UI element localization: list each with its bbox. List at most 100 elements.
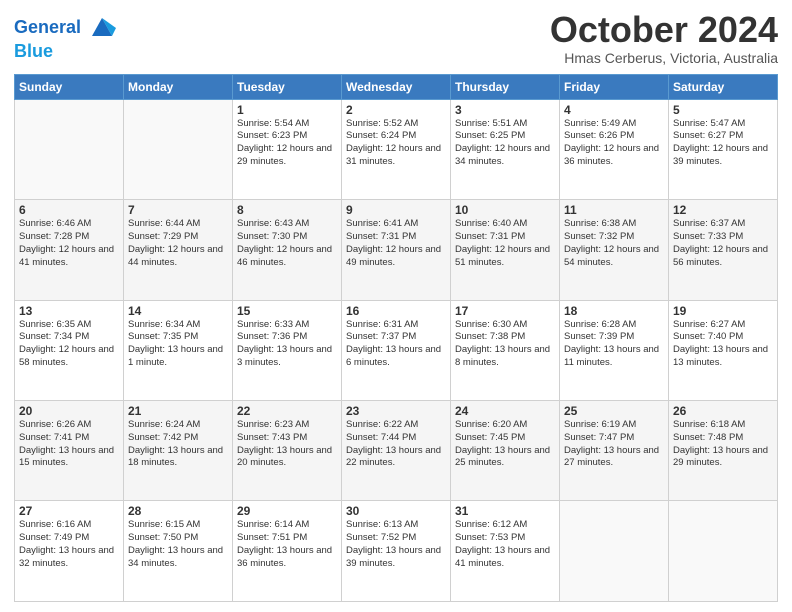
weekday-header-saturday: Saturday [669,74,778,99]
week-row-5: 27Sunrise: 6:16 AMSunset: 7:49 PMDayligh… [15,501,778,602]
day-number: 12 [673,203,773,217]
day-info: Sunrise: 6:15 AMSunset: 7:50 PMDaylight:… [128,519,228,570]
day-number: 22 [237,404,337,418]
day-info: Sunrise: 6:12 AMSunset: 7:53 PMDaylight:… [455,519,555,570]
week-row-1: 1Sunrise: 5:54 AMSunset: 6:23 PMDaylight… [15,99,778,199]
day-cell: 12Sunrise: 6:37 AMSunset: 7:33 PMDayligh… [669,200,778,300]
day-cell: 7Sunrise: 6:44 AMSunset: 7:29 PMDaylight… [124,200,233,300]
day-info: Sunrise: 5:47 AMSunset: 6:27 PMDaylight:… [673,118,773,169]
day-info: Sunrise: 6:38 AMSunset: 7:32 PMDaylight:… [564,218,664,269]
weekday-header-monday: Monday [124,74,233,99]
day-number: 4 [564,103,664,117]
day-cell: 6Sunrise: 6:46 AMSunset: 7:28 PMDaylight… [15,200,124,300]
day-number: 27 [19,504,119,518]
day-info: Sunrise: 6:24 AMSunset: 7:42 PMDaylight:… [128,419,228,470]
day-number: 9 [346,203,446,217]
day-number: 5 [673,103,773,117]
day-cell: 11Sunrise: 6:38 AMSunset: 7:32 PMDayligh… [560,200,669,300]
day-number: 16 [346,304,446,318]
day-number: 21 [128,404,228,418]
day-cell: 27Sunrise: 6:16 AMSunset: 7:49 PMDayligh… [15,501,124,602]
title-block: October 2024 Hmas Cerberus, Victoria, Au… [550,10,778,66]
day-cell [15,99,124,199]
day-info: Sunrise: 6:26 AMSunset: 7:41 PMDaylight:… [19,419,119,470]
day-cell: 22Sunrise: 6:23 AMSunset: 7:43 PMDayligh… [233,401,342,501]
day-cell: 3Sunrise: 5:51 AMSunset: 6:25 PMDaylight… [451,99,560,199]
logo-text: General [14,14,116,42]
day-cell: 1Sunrise: 5:54 AMSunset: 6:23 PMDaylight… [233,99,342,199]
day-cell: 23Sunrise: 6:22 AMSunset: 7:44 PMDayligh… [342,401,451,501]
day-cell: 13Sunrise: 6:35 AMSunset: 7:34 PMDayligh… [15,300,124,400]
weekday-header-wednesday: Wednesday [342,74,451,99]
day-info: Sunrise: 6:13 AMSunset: 7:52 PMDaylight:… [346,519,446,570]
day-cell: 18Sunrise: 6:28 AMSunset: 7:39 PMDayligh… [560,300,669,400]
day-cell [669,501,778,602]
day-cell: 10Sunrise: 6:40 AMSunset: 7:31 PMDayligh… [451,200,560,300]
day-info: Sunrise: 6:34 AMSunset: 7:35 PMDaylight:… [128,319,228,370]
weekday-header-friday: Friday [560,74,669,99]
day-info: Sunrise: 6:16 AMSunset: 7:49 PMDaylight:… [19,519,119,570]
header: General Blue October 2024 Hmas Cerberus,… [14,10,778,66]
day-number: 28 [128,504,228,518]
week-row-3: 13Sunrise: 6:35 AMSunset: 7:34 PMDayligh… [15,300,778,400]
day-number: 2 [346,103,446,117]
day-cell: 25Sunrise: 6:19 AMSunset: 7:47 PMDayligh… [560,401,669,501]
day-info: Sunrise: 6:46 AMSunset: 7:28 PMDaylight:… [19,218,119,269]
day-info: Sunrise: 6:44 AMSunset: 7:29 PMDaylight:… [128,218,228,269]
week-row-2: 6Sunrise: 6:46 AMSunset: 7:28 PMDaylight… [15,200,778,300]
day-info: Sunrise: 5:49 AMSunset: 6:26 PMDaylight:… [564,118,664,169]
weekday-header-thursday: Thursday [451,74,560,99]
day-number: 7 [128,203,228,217]
day-number: 29 [237,504,337,518]
day-number: 18 [564,304,664,318]
day-number: 25 [564,404,664,418]
day-cell: 4Sunrise: 5:49 AMSunset: 6:26 PMDaylight… [560,99,669,199]
day-number: 20 [19,404,119,418]
day-cell [124,99,233,199]
day-info: Sunrise: 6:40 AMSunset: 7:31 PMDaylight:… [455,218,555,269]
weekday-header-tuesday: Tuesday [233,74,342,99]
day-cell: 9Sunrise: 6:41 AMSunset: 7:31 PMDaylight… [342,200,451,300]
day-number: 17 [455,304,555,318]
day-info: Sunrise: 5:54 AMSunset: 6:23 PMDaylight:… [237,118,337,169]
day-number: 6 [19,203,119,217]
day-info: Sunrise: 6:35 AMSunset: 7:34 PMDaylight:… [19,319,119,370]
day-cell: 5Sunrise: 5:47 AMSunset: 6:27 PMDaylight… [669,99,778,199]
day-cell: 17Sunrise: 6:30 AMSunset: 7:38 PMDayligh… [451,300,560,400]
day-number: 3 [455,103,555,117]
day-info: Sunrise: 6:23 AMSunset: 7:43 PMDaylight:… [237,419,337,470]
weekday-header-row: SundayMondayTuesdayWednesdayThursdayFrid… [15,74,778,99]
day-info: Sunrise: 5:51 AMSunset: 6:25 PMDaylight:… [455,118,555,169]
day-number: 24 [455,404,555,418]
page: General Blue October 2024 Hmas Cerberus,… [0,0,792,612]
day-cell: 24Sunrise: 6:20 AMSunset: 7:45 PMDayligh… [451,401,560,501]
weekday-header-sunday: Sunday [15,74,124,99]
day-cell: 29Sunrise: 6:14 AMSunset: 7:51 PMDayligh… [233,501,342,602]
day-cell: 30Sunrise: 6:13 AMSunset: 7:52 PMDayligh… [342,501,451,602]
day-number: 15 [237,304,337,318]
day-number: 31 [455,504,555,518]
day-info: Sunrise: 6:43 AMSunset: 7:30 PMDaylight:… [237,218,337,269]
day-cell: 16Sunrise: 6:31 AMSunset: 7:37 PMDayligh… [342,300,451,400]
day-number: 8 [237,203,337,217]
day-info: Sunrise: 5:52 AMSunset: 6:24 PMDaylight:… [346,118,446,169]
logo: General Blue [14,14,116,62]
day-cell: 8Sunrise: 6:43 AMSunset: 7:30 PMDaylight… [233,200,342,300]
day-cell: 19Sunrise: 6:27 AMSunset: 7:40 PMDayligh… [669,300,778,400]
day-cell [560,501,669,602]
day-info: Sunrise: 6:22 AMSunset: 7:44 PMDaylight:… [346,419,446,470]
day-number: 1 [237,103,337,117]
day-cell: 14Sunrise: 6:34 AMSunset: 7:35 PMDayligh… [124,300,233,400]
day-info: Sunrise: 6:18 AMSunset: 7:48 PMDaylight:… [673,419,773,470]
day-number: 19 [673,304,773,318]
day-cell: 20Sunrise: 6:26 AMSunset: 7:41 PMDayligh… [15,401,124,501]
calendar-table: SundayMondayTuesdayWednesdayThursdayFrid… [14,74,778,602]
logo-blue: Blue [14,42,116,62]
day-info: Sunrise: 6:14 AMSunset: 7:51 PMDaylight:… [237,519,337,570]
day-info: Sunrise: 6:31 AMSunset: 7:37 PMDaylight:… [346,319,446,370]
day-cell: 26Sunrise: 6:18 AMSunset: 7:48 PMDayligh… [669,401,778,501]
day-number: 26 [673,404,773,418]
day-number: 10 [455,203,555,217]
day-info: Sunrise: 6:37 AMSunset: 7:33 PMDaylight:… [673,218,773,269]
day-cell: 31Sunrise: 6:12 AMSunset: 7:53 PMDayligh… [451,501,560,602]
